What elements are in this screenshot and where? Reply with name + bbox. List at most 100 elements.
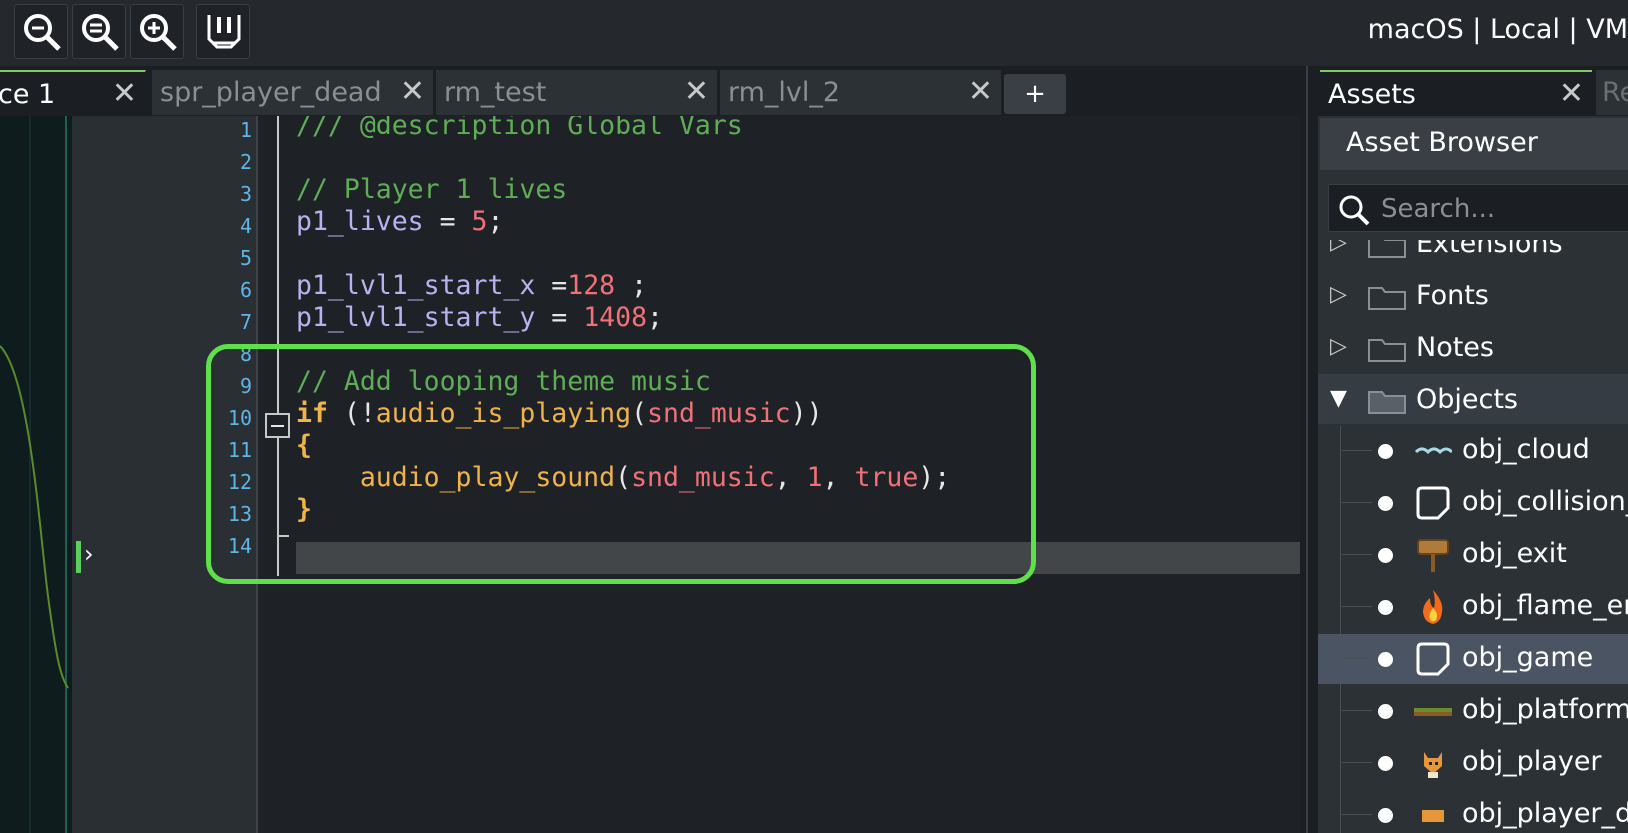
code-editor[interactable]: › 1 2 3 4 5 6 7 8 9 10 11 12 13 14 /// @… — [72, 116, 1302, 833]
tab-assets[interactable]: Assets ✕ — [1320, 70, 1592, 115]
exit-sign-icon — [1417, 539, 1449, 572]
graph-curve — [0, 116, 72, 833]
tree-item-label: obj_exit — [1462, 538, 1567, 569]
folder-open-icon — [1368, 391, 1406, 414]
tree-item-label: obj_flame_en — [1462, 590, 1628, 621]
chevron-right-icon[interactable]: ▷ — [1330, 240, 1347, 255]
code-token: = — [423, 206, 472, 237]
tree-branch-line — [1342, 814, 1372, 815]
tree-item-label: obj_player_d — [1462, 798, 1628, 829]
chevron-right-icon[interactable]: ▷ — [1330, 334, 1347, 359]
folder-icon — [1368, 240, 1406, 258]
tree-item-obj-game[interactable]: obj_game — [1318, 634, 1628, 684]
tree-item-obj-exit[interactable]: obj_exit — [1318, 530, 1628, 580]
search-icon — [1339, 195, 1370, 226]
zoom-in-icon — [140, 14, 177, 51]
tree-item-obj-cloud[interactable]: obj_cloud — [1318, 426, 1628, 476]
tab-label: rm_lvl_2 — [728, 77, 841, 108]
search-input[interactable] — [1381, 191, 1621, 227]
chevron-right-icon[interactable]: ▷ — [1330, 282, 1347, 307]
tab-label: ce 1 — [0, 79, 56, 110]
asset-browser-label: Asset Browser — [1346, 127, 1538, 158]
code-token: ; — [647, 302, 663, 333]
close-icon[interactable]: ✕ — [968, 77, 993, 107]
zoom-out-button[interactable] — [14, 4, 68, 59]
tab-spr-player-dead[interactable]: spr_player_dead ✕ — [152, 70, 434, 115]
fox-sprite-icon — [1424, 752, 1442, 778]
tree-branch-line — [1342, 762, 1372, 763]
code-line-3: // Player 1 lives — [296, 174, 568, 205]
panel-splitter[interactable] — [1300, 66, 1318, 833]
tab-label: Assets — [1328, 79, 1416, 110]
tree-branch-line — [1342, 710, 1372, 711]
code-token: ; — [487, 206, 504, 237]
tree-group-label: Notes — [1416, 332, 1494, 363]
add-tab-button[interactable]: + — [1004, 74, 1066, 114]
line-number: 6 — [239, 278, 252, 302]
fit-view-button[interactable] — [196, 4, 250, 59]
line-number: 4 — [239, 214, 252, 238]
zoom-reset-button[interactable] — [72, 4, 126, 59]
code-token: ; — [615, 270, 648, 301]
tree-item-obj-platform[interactable]: obj_platform — [1318, 686, 1628, 736]
tree-group-label: Objects — [1416, 384, 1519, 415]
tab-rm-test[interactable]: rm_test ✕ — [436, 70, 718, 115]
tree-item-label: obj_collision_ — [1462, 486, 1628, 517]
line-number: 7 — [239, 310, 252, 334]
tree-group-fonts[interactable]: ▷ Fonts — [1318, 270, 1628, 320]
tree-item-obj-player-dead[interactable]: obj_player_d — [1318, 790, 1628, 833]
asset-browser-header[interactable]: Asset Browser — [1320, 118, 1628, 170]
code-line-6: p1_lvl1_start_x =128 ; — [296, 270, 647, 302]
bullet-icon — [1378, 756, 1393, 771]
tree-group-notes[interactable]: ▷ Notes — [1318, 322, 1628, 372]
code-line-4: p1_lives = 5; — [296, 206, 503, 238]
cloud-sprite-icon — [1414, 447, 1452, 455]
code-token: p1_lvl1_start_x — [296, 270, 536, 301]
tab-label: Re — [1602, 77, 1628, 108]
tree-item-label: obj_player — [1462, 746, 1602, 777]
workspace-graph-area[interactable] — [0, 116, 72, 833]
code-token: p1_lives — [296, 206, 424, 237]
close-icon[interactable]: ✕ — [684, 77, 709, 107]
tree-branch-line — [1342, 450, 1372, 451]
code-token: 5 — [471, 206, 488, 237]
tab-rm-lvl-2[interactable]: rm_lvl_2 ✕ — [720, 70, 1002, 115]
tree-group-extensions[interactable]: ▷ Extensions — [1318, 240, 1628, 268]
annotation-highlight-box — [206, 344, 1036, 584]
tree-group-objects[interactable]: ▼ Objects — [1318, 374, 1628, 424]
asset-search[interactable] — [1328, 184, 1628, 232]
bullet-icon — [1378, 496, 1393, 511]
target-label[interactable]: macOS | Local | VM — [1368, 14, 1628, 45]
tree-item-label: obj_game — [1462, 642, 1594, 673]
code-token: p1_lvl1_start_y — [296, 302, 536, 333]
chevron-down-icon[interactable]: ▼ — [1330, 386, 1347, 411]
tab-label: rm_test — [444, 77, 547, 108]
code-token: = — [535, 270, 568, 301]
bullet-icon — [1378, 600, 1393, 615]
close-icon[interactable]: ✕ — [1559, 79, 1584, 109]
zoom-reset-icon — [82, 14, 119, 51]
tab-script[interactable]: ce 1 ✕ — [0, 70, 146, 115]
zoom-in-button[interactable] — [130, 4, 184, 59]
tree-item-obj-flame[interactable]: obj_flame_en — [1318, 582, 1628, 632]
folder-icon — [1368, 339, 1406, 362]
tree-item-obj-player[interactable]: obj_player — [1318, 738, 1628, 788]
code-line-1: /// @description Global Vars — [296, 116, 743, 141]
code-token: = — [535, 302, 584, 333]
current-line-arrow-icon: › — [84, 540, 94, 568]
tree-item-label: obj_platform — [1462, 694, 1628, 725]
object-default-icon — [1416, 486, 1450, 520]
tree-branch-line — [1342, 606, 1372, 607]
flame-icon — [1423, 590, 1443, 624]
close-icon[interactable]: ✕ — [400, 77, 425, 107]
tree-item-obj-collision[interactable]: obj_collision_ — [1318, 478, 1628, 528]
close-icon[interactable]: ✕ — [112, 79, 137, 109]
code-token: 1408 — [583, 302, 648, 333]
bullet-icon — [1378, 652, 1393, 667]
fox-dead-sprite-icon — [1422, 810, 1444, 822]
tab-room-order[interactable]: Re — [1596, 70, 1628, 115]
bullet-icon — [1378, 704, 1393, 719]
folder-icon — [1368, 287, 1406, 310]
bullet-icon — [1378, 808, 1393, 823]
line-number: 3 — [239, 182, 252, 206]
